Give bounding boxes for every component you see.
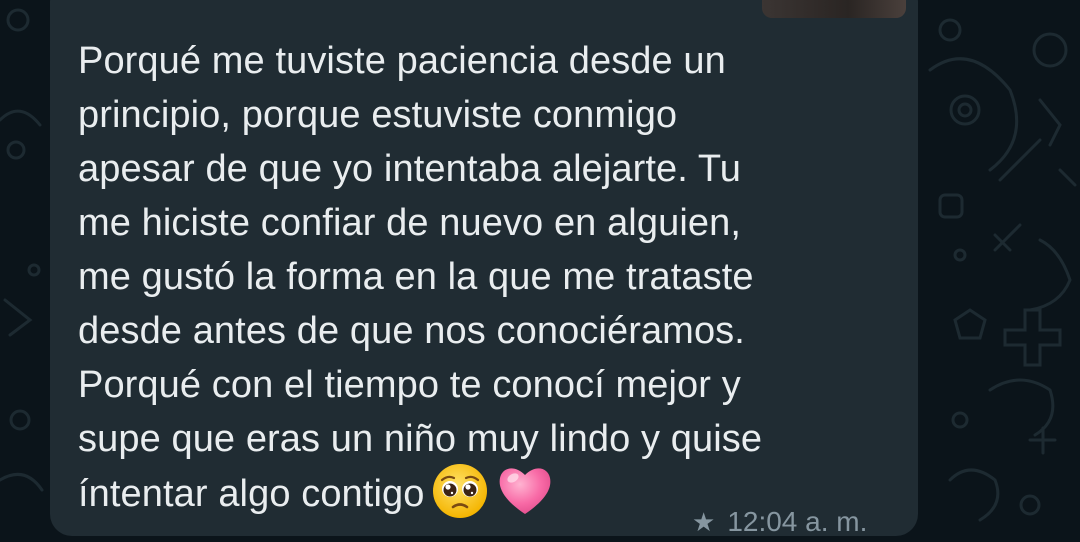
message-line: Porqué con el tiempo te conocí mejor y — [78, 364, 741, 406]
message-line: supe que eras un niño muy lindo y quise — [78, 418, 763, 460]
message-line: Porqué me tuviste paciencia desde un — [78, 40, 726, 82]
message-line: apesar de que yo intentaba alejarte. Tu — [78, 148, 742, 190]
message-line: me gustó la forma en la que me trataste — [78, 256, 754, 298]
message-text: Porqué me tuviste paciencia desde un pri… — [78, 34, 898, 526]
message-line: principio, porque estuviste conmigo — [78, 94, 678, 136]
quoted-media-thumbnail[interactable] — [762, 0, 906, 18]
message-line-text: íntentar algo contigo — [78, 473, 425, 516]
star-icon: ★ — [692, 506, 716, 537]
message-line: me hiciste confiar de nuevo en alguien, — [78, 202, 741, 244]
message-line: desde antes de que nos conociéramos. — [78, 310, 745, 352]
pink-heart-emoji-icon — [500, 468, 551, 514]
pleading-face-emoji-icon — [433, 464, 488, 518]
chat-background: Porqué me tuviste paciencia desde un pri… — [0, 0, 1080, 542]
message-meta: ★ 12:04 a. m. — [692, 502, 867, 542]
message-timestamp: 12:04 a. m. — [727, 506, 868, 537]
